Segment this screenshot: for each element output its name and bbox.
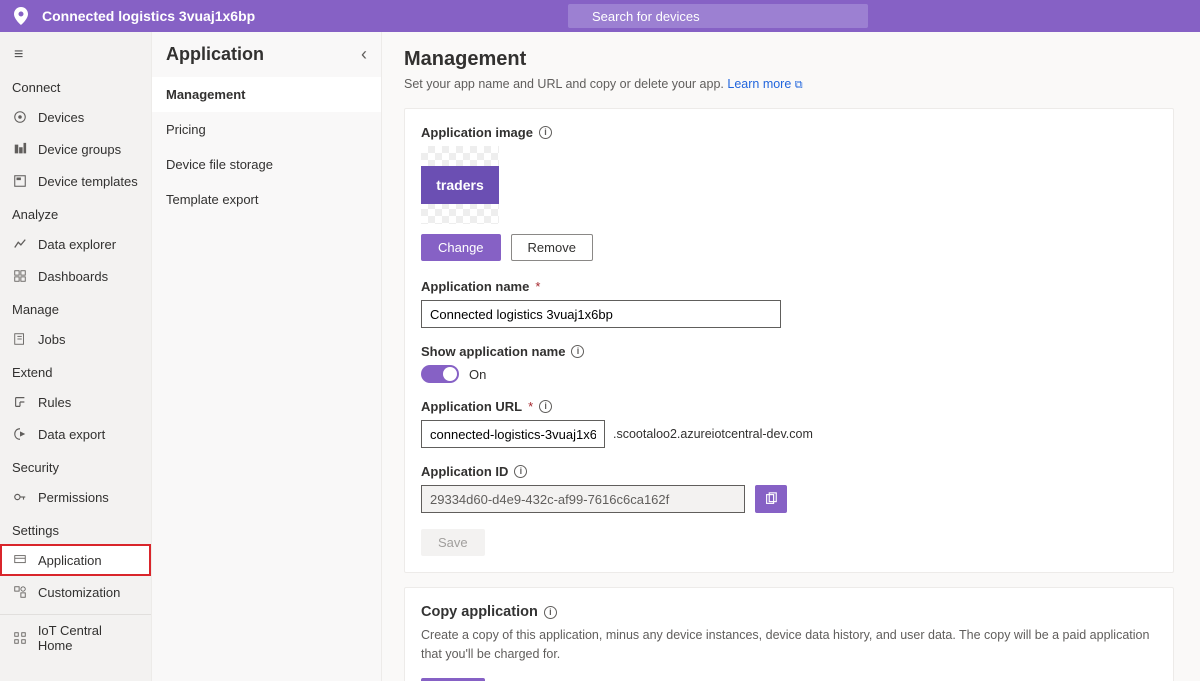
- nav-label: IoT Central Home: [38, 623, 139, 653]
- app-image-content: traders: [421, 166, 499, 204]
- nav-permissions[interactable]: Permissions: [0, 481, 151, 513]
- nav-jobs[interactable]: Jobs: [0, 323, 151, 355]
- main-content: Management Set your app name and URL and…: [382, 32, 1200, 681]
- learn-more-link[interactable]: Learn more: [727, 77, 791, 91]
- info-icon[interactable]: i: [514, 465, 527, 478]
- section-analyze: Analyze: [0, 197, 151, 228]
- external-link-icon: ⧉: [795, 79, 803, 91]
- app-image: traders: [421, 146, 499, 224]
- remove-button[interactable]: Remove: [511, 234, 593, 261]
- key-icon: [12, 489, 28, 505]
- copy-button[interactable]: Copy: [421, 678, 485, 681]
- toggle-state: On: [469, 367, 486, 382]
- app-name-label: Application name *: [421, 279, 1157, 294]
- copy-section-desc: Create a copy of this application, minus…: [421, 626, 1157, 664]
- nav-customization[interactable]: Customization: [0, 576, 151, 608]
- top-bar: Connected logistics 3vuaj1x6bp: [0, 0, 1200, 32]
- app-name-input[interactable]: [421, 300, 781, 328]
- info-icon[interactable]: i: [539, 400, 552, 413]
- nav-data-export[interactable]: Data export: [0, 418, 151, 450]
- nav-rules[interactable]: Rules: [0, 386, 151, 418]
- section-security: Security: [0, 450, 151, 481]
- nav-label: Data export: [38, 427, 105, 442]
- management-card: Application image i traders Change Remov…: [404, 108, 1174, 573]
- app-id-label: Application ID i: [421, 464, 1157, 479]
- line-chart-icon: [12, 236, 28, 252]
- page-subtitle: Set your app name and URL and copy or de…: [404, 77, 1178, 92]
- template-icon: [12, 173, 28, 189]
- nav-data-explorer[interactable]: Data explorer: [0, 228, 151, 260]
- rules-icon: [12, 394, 28, 410]
- app-url-input[interactable]: [421, 420, 605, 448]
- chevron-left-icon[interactable]: ‹: [361, 44, 367, 65]
- app-icon: [12, 552, 28, 568]
- nav-label: Jobs: [38, 332, 65, 347]
- subnav-template-export[interactable]: Template export: [152, 182, 381, 217]
- nav-dashboards[interactable]: Dashboards: [0, 260, 151, 292]
- info-icon[interactable]: i: [539, 126, 552, 139]
- subnav-pricing[interactable]: Pricing: [152, 112, 381, 147]
- customize-icon: [12, 584, 28, 600]
- nav-label: Customization: [38, 585, 120, 600]
- nav-label: Permissions: [38, 490, 109, 505]
- nav-devices[interactable]: Devices: [0, 101, 151, 133]
- change-button[interactable]: Change: [421, 234, 501, 261]
- nav-label: Dashboards: [38, 269, 108, 284]
- nav-label: Data explorer: [38, 237, 116, 252]
- nav-label: Application: [38, 553, 102, 568]
- copy-id-button[interactable]: [755, 485, 787, 513]
- device-icon: [12, 109, 28, 125]
- subnav: Application ‹ Management Pricing Device …: [152, 32, 382, 681]
- subnav-device-file-storage[interactable]: Device file storage: [152, 147, 381, 182]
- hamburger-icon[interactable]: ≡: [0, 40, 151, 70]
- app-id-input[interactable]: [421, 485, 745, 513]
- section-settings: Settings: [0, 513, 151, 544]
- subtitle-text: Set your app name and URL and copy or de…: [404, 77, 724, 91]
- app-title: Connected logistics 3vuaj1x6bp: [42, 8, 255, 24]
- page-title: Management: [404, 48, 1178, 71]
- show-app-name-toggle[interactable]: [421, 365, 459, 383]
- nav-label: Rules: [38, 395, 71, 410]
- subnav-management[interactable]: Management: [152, 77, 381, 112]
- nav-label: Device groups: [38, 142, 121, 157]
- section-manage: Manage: [0, 292, 151, 323]
- save-button: Save: [421, 529, 485, 556]
- nav-iot-central-home[interactable]: IoT Central Home: [0, 615, 151, 661]
- required-star: *: [528, 399, 533, 414]
- show-app-name-label: Show application name i: [421, 344, 1157, 359]
- nav-device-groups[interactable]: Device groups: [0, 133, 151, 165]
- info-icon[interactable]: i: [544, 606, 557, 619]
- section-extend: Extend: [0, 355, 151, 386]
- app-image-label: Application image i: [421, 125, 1157, 140]
- search-input[interactable]: [568, 4, 868, 28]
- dashboard-icon: [12, 268, 28, 284]
- nav-label: Devices: [38, 110, 84, 125]
- location-pin-icon: [12, 7, 30, 25]
- section-connect: Connect: [0, 70, 151, 101]
- subnav-title: Application: [166, 44, 264, 65]
- nav-device-templates[interactable]: Device templates: [0, 165, 151, 197]
- required-star: *: [535, 279, 540, 294]
- groups-icon: [12, 141, 28, 157]
- copy-icon: [764, 492, 778, 506]
- jobs-icon: [12, 331, 28, 347]
- home-grid-icon: [12, 630, 28, 646]
- copy-section-title: Copy application i: [421, 604, 1157, 620]
- nav-label: Device templates: [38, 174, 138, 189]
- app-url-suffix: .scootaloo2.azureiotcentral-dev.com: [613, 427, 813, 441]
- export-icon: [12, 426, 28, 442]
- info-icon[interactable]: i: [571, 345, 584, 358]
- copy-card: Copy application i Create a copy of this…: [404, 587, 1174, 681]
- sidebar: ≡ Connect Devices Device groups Device t…: [0, 32, 152, 681]
- app-url-label: Application URL * i: [421, 399, 1157, 414]
- nav-application[interactable]: Application: [0, 544, 151, 576]
